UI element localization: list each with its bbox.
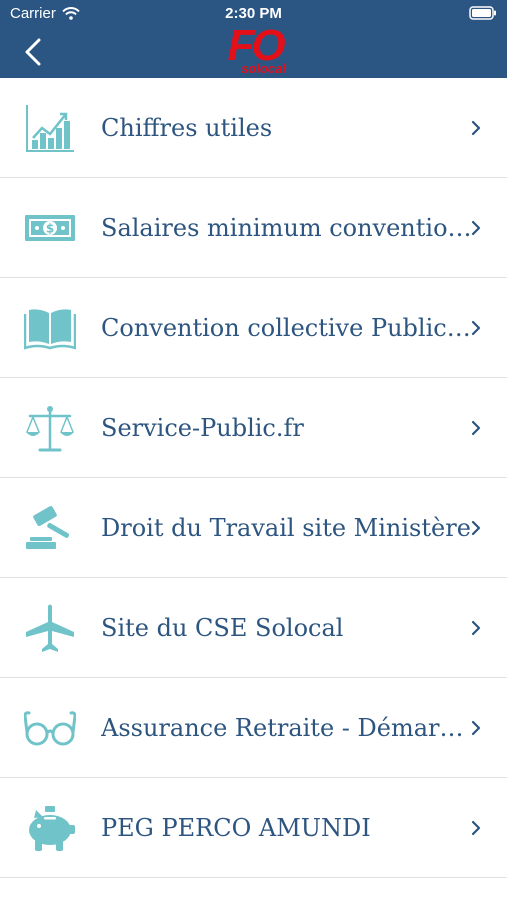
logo-sub-text: solocal bbox=[241, 61, 286, 76]
list-item[interactable]: Service-Public.fr bbox=[0, 378, 507, 478]
fo-solocal-logo: FO solocal bbox=[224, 22, 286, 78]
chevron-right-icon bbox=[471, 720, 481, 736]
link-list: Chiffres utiles $ Salaires minimum conve… bbox=[0, 78, 507, 878]
chevron-right-icon bbox=[471, 420, 481, 436]
list-item[interactable]: Chiffres utiles bbox=[0, 78, 507, 178]
battery-icon bbox=[469, 6, 496, 20]
gavel-icon bbox=[26, 506, 70, 549]
svg-text:$: $ bbox=[46, 222, 54, 236]
glasses-icon bbox=[24, 711, 76, 746]
open-book-icon bbox=[24, 309, 76, 350]
list-item-label: Salaires minimum conventionnels bbox=[101, 214, 473, 242]
list-item[interactable]: Site du CSE Solocal bbox=[0, 578, 507, 678]
list-item-label: Assurance Retraite - Démarches bbox=[101, 714, 473, 742]
chevron-right-icon bbox=[471, 820, 481, 836]
navigation-bar: Carrier 2:30 PM FO solocal bbox=[0, 0, 507, 78]
list-item-label: PEG PERCO AMUNDI bbox=[101, 814, 371, 842]
chevron-right-icon bbox=[471, 520, 481, 536]
chart-up-icon bbox=[26, 105, 74, 152]
airplane-icon bbox=[26, 604, 74, 652]
chevron-right-icon bbox=[471, 120, 481, 136]
list-item[interactable]: Assurance Retraite - Démarches bbox=[0, 678, 507, 778]
banknote-icon: $ bbox=[25, 215, 75, 241]
list-item[interactable]: Convention collective Publicité bbox=[0, 278, 507, 378]
list-item[interactable]: PEG PERCO AMUNDI bbox=[0, 778, 507, 878]
balance-scale-icon bbox=[26, 406, 74, 452]
list-item-label: Chiffres utiles bbox=[101, 114, 273, 142]
piggy-bank-icon bbox=[29, 806, 75, 851]
list-item-label: Service-Public.fr bbox=[101, 414, 304, 442]
chevron-right-icon bbox=[471, 220, 481, 236]
chevron-right-icon bbox=[471, 620, 481, 636]
status-time: 2:30 PM bbox=[225, 5, 282, 22]
list-item[interactable]: Droit du Travail site Ministère bbox=[0, 478, 507, 578]
list-item-label: Droit du Travail site Ministère bbox=[101, 514, 471, 542]
back-chevron-icon[interactable] bbox=[18, 36, 48, 68]
list-item-label: Site du CSE Solocal bbox=[101, 614, 344, 642]
list-item[interactable]: $ Salaires minimum conventionnels bbox=[0, 178, 507, 278]
list-item-label: Convention collective Publicité bbox=[101, 314, 473, 342]
chevron-right-icon bbox=[471, 320, 481, 336]
